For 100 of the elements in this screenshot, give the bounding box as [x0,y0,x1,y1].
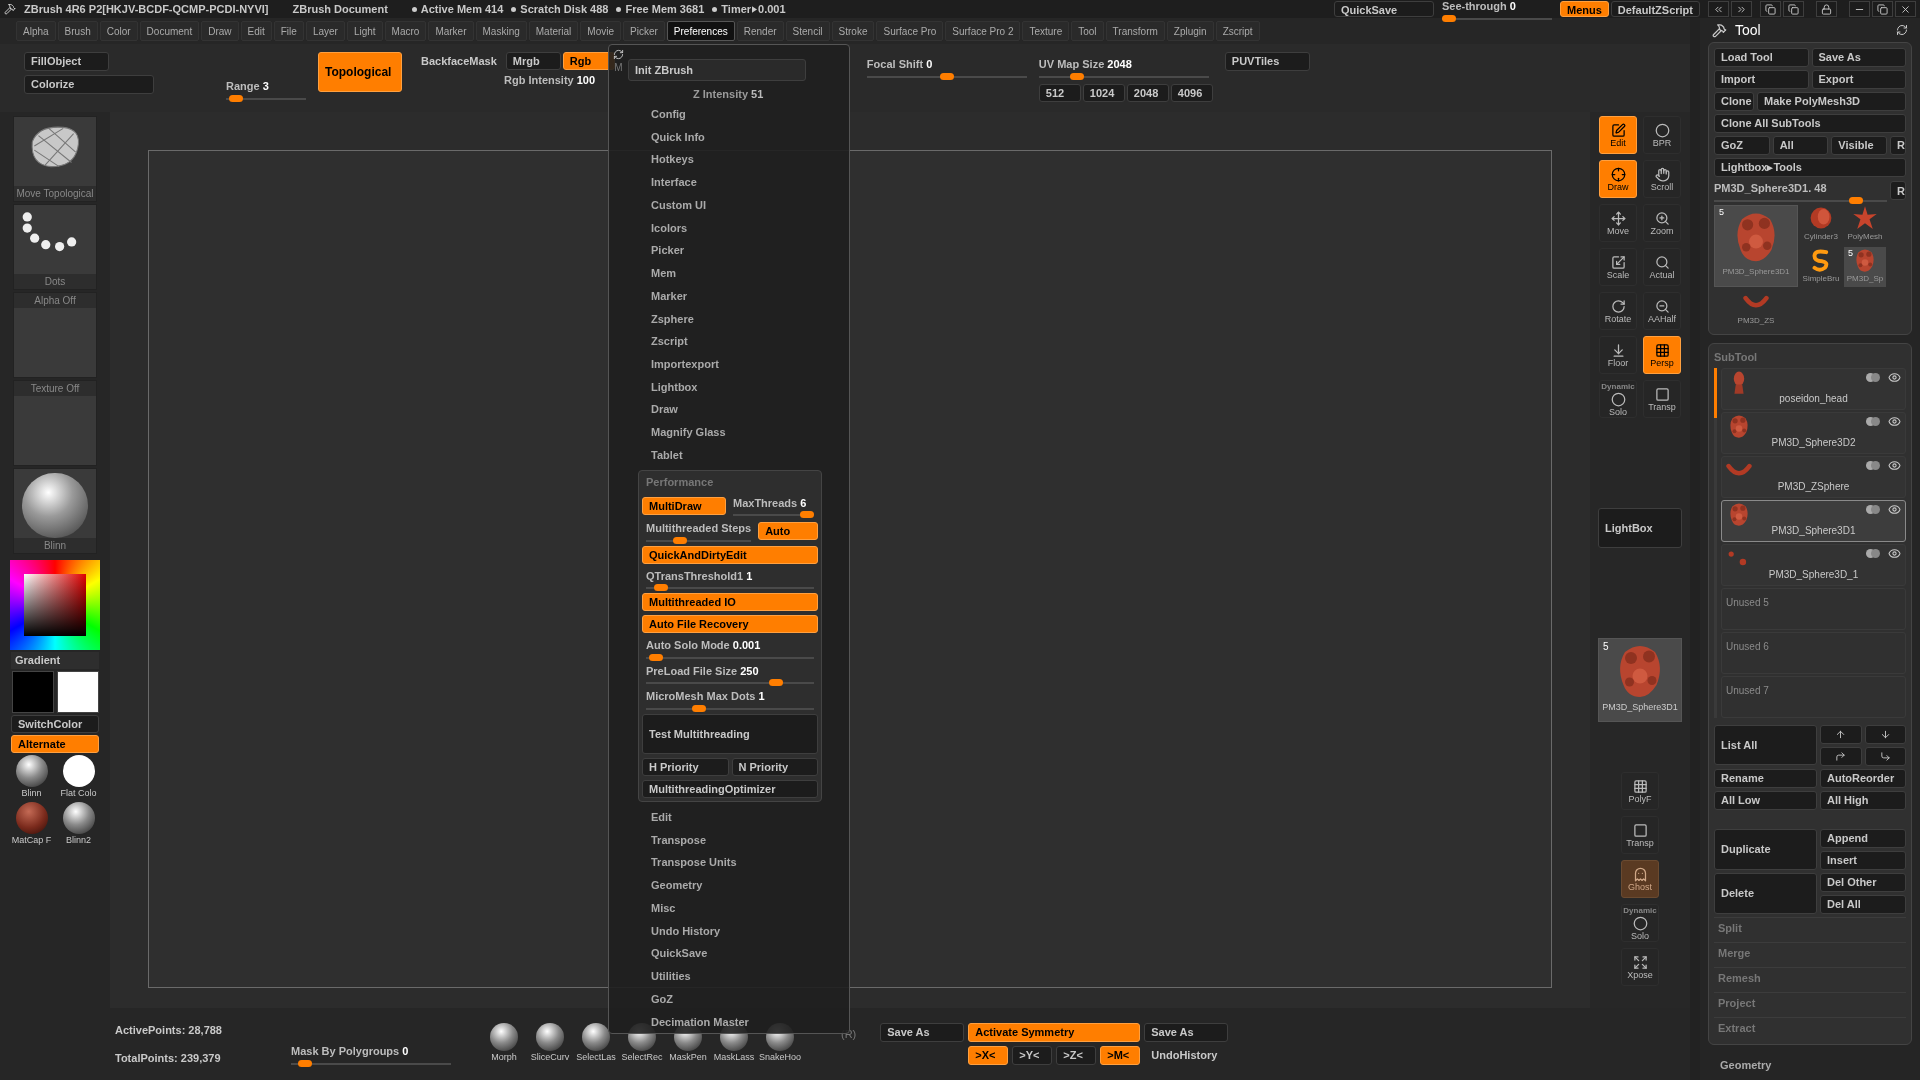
tool-thumbnail[interactable]: PolyMesh [1844,204,1886,245]
menu-item[interactable]: Masking [475,21,527,41]
tool-button[interactable]: Edit [1599,116,1637,154]
menu-item[interactable]: Icolors [609,216,849,240]
topological-button[interactable]: Topological [318,52,402,92]
toggle-circles-icon[interactable] [1866,373,1880,382]
menu-item[interactable]: Mem [609,261,849,285]
mrgb-button[interactable]: Mrgb [505,52,561,70]
slider-thumb[interactable] [939,72,954,80]
slider-thumb[interactable] [653,584,668,592]
menu-item[interactable]: Misc [609,896,849,920]
tool-thumbnail[interactable]: 5 PM3D_Sphere3D1 [1714,204,1798,287]
save-as-button[interactable]: Save As [880,1023,965,1042]
tool-palette-button[interactable]: Clone All SubTools [1714,114,1906,133]
slider-track[interactable] [291,1062,451,1065]
slider-thumb[interactable] [1441,14,1456,22]
subtool-item[interactable]: poseidon_head [1721,368,1906,410]
duplicate-button[interactable]: Duplicate [1714,829,1817,870]
reset-button[interactable]: R [1890,181,1906,201]
tool-button[interactable]: Actual [1643,248,1681,286]
insert-button[interactable]: Insert [1820,851,1906,870]
toggle-button[interactable]: Auto File Recovery [642,615,818,634]
tool-button[interactable]: AAHalf [1643,292,1681,330]
brush-button[interactable]: SliceCurv [529,1023,571,1065]
toggle-circles-icon[interactable] [1866,417,1880,426]
menu-item[interactable]: Light [346,21,383,41]
puvtiles-button[interactable]: PUVTiles [1224,52,1310,71]
move-right-button[interactable] [1820,747,1862,766]
subtool-item[interactable]: PM3D_Sphere3D2 [1721,412,1906,454]
menu-item[interactable]: Marker [609,284,849,308]
toggle-button[interactable]: Multithreaded IO [642,593,818,612]
refresh-icon[interactable] [613,49,624,60]
tool-thumbnail[interactable]: PM3D_ZS [1714,288,1798,329]
menu-item[interactable]: Color [99,21,138,41]
slider-thumb[interactable] [229,94,244,102]
menu-item[interactable]: Tool [1071,21,1104,41]
menu-item[interactable]: Edit [609,805,849,829]
minimize-button[interactable] [1849,1,1870,17]
auto-reorder-button[interactable]: AutoReorder [1820,769,1906,788]
slider-thumb[interactable] [800,511,814,519]
menu-item[interactable]: Transform [1105,21,1165,41]
menu-item[interactable]: Transpose Units [609,851,849,875]
slider-thumb[interactable] [673,536,688,544]
undo-history-button[interactable]: UndoHistory [1144,1046,1229,1065]
menu-item[interactable]: Material [528,21,579,41]
backface-mask-button[interactable]: BackfaceMask [414,52,504,70]
slider-thumb[interactable] [769,679,784,687]
menu-item[interactable]: Undo History [609,919,849,943]
tool-button[interactable]: Zoom [1643,204,1681,242]
all-low-button[interactable]: All Low [1714,791,1817,810]
alternate-button[interactable]: Alternate [11,734,99,753]
quicksave-button[interactable]: QuickSave [1333,1,1434,17]
slider-thumb[interactable] [1849,196,1864,204]
menu-item[interactable]: Zsphere [609,307,849,331]
slider-thumb[interactable] [298,1059,313,1067]
tool-button[interactable]: Dynamic Solo [1599,380,1637,418]
symmetry-axis-button[interactable]: >Y< [1012,1046,1053,1065]
toggle-circles-icon[interactable] [1866,461,1880,470]
script-button[interactable]: DefaultZScript [1610,1,1700,17]
slider-thumb[interactable] [692,704,707,712]
brush-button[interactable]: Morph [483,1023,525,1065]
init-zbrush-button[interactable]: Init ZBrush [628,59,806,81]
tool-button[interactable]: Dynamic Solo [1621,904,1659,942]
menu-item[interactable]: Texture [1022,21,1070,41]
menu-item[interactable]: Macro [384,21,427,41]
visibility-eye-icon[interactable] [1888,547,1901,560]
menu-item[interactable]: File [273,21,304,41]
visibility-eye-icon[interactable] [1888,459,1901,472]
map-size-button[interactable]: 2048 [1126,83,1169,102]
visibility-eye-icon[interactable] [1888,371,1901,384]
menu-button[interactable]: H Priority [642,757,729,776]
tool-palette-button[interactable]: Clone [1714,92,1754,111]
map-size-button[interactable]: 512 [1038,83,1081,102]
color-picker[interactable] [10,560,100,650]
scroll-right-button[interactable] [1731,1,1752,17]
window-layout-button[interactable] [1760,1,1781,17]
append-button[interactable]: Append [1820,829,1906,848]
current-tool-thumbnail[interactable]: 5 PM3D_Sphere3D1 [1598,638,1682,722]
slider-track[interactable] [866,75,1027,78]
menu-item[interactable]: Movie [580,21,622,41]
subtool-item[interactable]: PM3D_ZSphere [1721,456,1906,498]
menu-item[interactable]: Edit [240,21,272,41]
del-all-button[interactable]: Del All [1820,895,1906,914]
save-as-button[interactable]: Save As [1144,1023,1229,1042]
menu-item[interactable]: Tablet [609,443,849,467]
menu-item[interactable]: Geometry [609,874,849,897]
menu-item[interactable]: Brush [57,21,98,41]
slider-track[interactable] [226,97,306,100]
lock-button[interactable] [1816,1,1837,17]
menu-item[interactable]: Stroke [831,21,875,41]
menu-item[interactable]: Importexport [609,352,849,376]
menu-item[interactable]: Custom UI [609,193,849,217]
move-in-button[interactable] [1864,747,1906,766]
menu-item[interactable]: Preferences [666,21,735,41]
menu-item[interactable]: Magnify Glass [609,421,849,444]
menu-item[interactable]: Utilities [609,964,849,988]
menu-item[interactable]: Stencil [785,21,830,41]
visibility-eye-icon[interactable] [1888,503,1901,516]
menu-item[interactable]: Document [139,21,200,41]
menu-item[interactable]: GoZ [609,987,849,1011]
